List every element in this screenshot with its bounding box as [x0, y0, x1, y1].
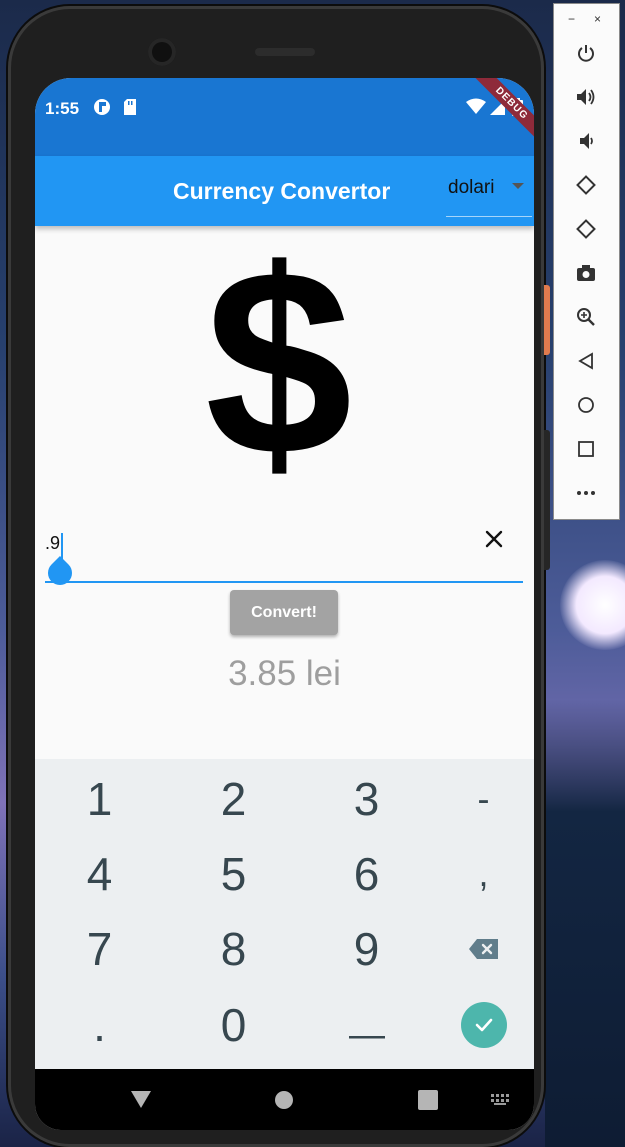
power-side-button	[544, 285, 550, 355]
volume-side-button	[544, 430, 550, 570]
key-1[interactable]: 1	[37, 761, 162, 837]
convert-button[interactable]: Convert!	[230, 590, 338, 635]
key-5[interactable]: 5	[171, 836, 296, 912]
key-done[interactable]	[421, 987, 534, 1063]
check-icon	[475, 1018, 492, 1032]
camera-icon	[577, 265, 595, 281]
currency-symbol-image: $	[205, 215, 353, 511]
home-button[interactable]	[570, 389, 602, 421]
amount-input-value: .9	[45, 533, 61, 553]
recents-nav-icon[interactable]	[418, 1090, 438, 1115]
key-7[interactable]: 7	[37, 911, 162, 987]
page-title: Currency Convertor	[173, 178, 391, 204]
desktop-trees	[545, 700, 625, 1147]
wifi-icon	[466, 98, 486, 121]
overview-button[interactable]	[570, 433, 602, 465]
volume-down-button[interactable]	[570, 125, 602, 157]
volume-up-button[interactable]	[570, 81, 602, 113]
cursor-handle[interactable]	[43, 556, 77, 590]
status-time: 1:55	[45, 99, 80, 118]
power-icon	[578, 45, 594, 62]
home-nav-icon[interactable]	[274, 1090, 294, 1115]
key-minus[interactable]: -	[421, 761, 534, 837]
input-underline	[45, 581, 523, 583]
home-icon	[578, 397, 594, 413]
front-camera	[148, 38, 176, 66]
done-button[interactable]	[460, 1002, 507, 1048]
overview-icon	[578, 441, 594, 457]
currency-dropdown-value: dolari	[448, 177, 495, 198]
key-9[interactable]: 9	[304, 911, 429, 987]
zoom-in-icon	[577, 308, 595, 326]
status-bar: 1:55 DEBUG	[35, 78, 534, 156]
more-button[interactable]	[570, 477, 602, 509]
conversion-result: 3.85 lei	[228, 654, 341, 693]
backspace-icon	[468, 939, 498, 959]
phone-screen: 1:55 DEBUG Currency Convertor dolari $ .…	[35, 78, 534, 1130]
close-window-button[interactable]: ×	[594, 12, 601, 26]
volume-down-icon	[580, 133, 593, 149]
back-icon	[578, 352, 593, 370]
navigation-bar	[35, 1069, 534, 1130]
minimize-window-button[interactable]: −	[568, 12, 575, 26]
rotate-left-button[interactable]	[570, 169, 602, 201]
numeric-keyboard: 1 2 3 - 4 5 6 , 7 8 9 . 0	[35, 759, 534, 1069]
power-button[interactable]	[570, 37, 602, 69]
space-bar-icon	[348, 1036, 385, 1039]
amount-input[interactable]: .9	[43, 533, 523, 590]
notification-app-icon	[93, 98, 111, 121]
close-icon	[485, 530, 503, 548]
rotate-right-button[interactable]	[570, 213, 602, 245]
rotate-right-icon	[576, 219, 596, 239]
sd-card-icon	[123, 98, 137, 121]
screenshot-button[interactable]	[570, 257, 602, 289]
key-comma[interactable]: ,	[421, 836, 534, 912]
key-period[interactable]: .	[37, 987, 162, 1063]
earpiece-speaker	[255, 48, 315, 56]
keyboard-switch-icon[interactable]	[491, 1093, 511, 1111]
key-backspace[interactable]	[421, 911, 534, 987]
key-6[interactable]: 6	[304, 836, 429, 912]
zoom-button[interactable]	[570, 301, 602, 333]
key-2[interactable]: 2	[171, 761, 296, 837]
text-cursor	[61, 533, 63, 559]
rotate-left-icon	[576, 175, 596, 195]
currency-dropdown[interactable]: dolari	[446, 168, 532, 217]
key-8[interactable]: 8	[171, 911, 296, 987]
volume-up-icon	[577, 89, 595, 105]
desktop-moon	[560, 560, 625, 650]
dropdown-arrow-icon	[512, 183, 524, 189]
key-0[interactable]: 0	[171, 987, 296, 1063]
back-button[interactable]	[570, 345, 602, 377]
key-3[interactable]: 3	[304, 761, 429, 837]
back-nav-icon[interactable]	[131, 1091, 151, 1114]
emulator-toolbar: − ×	[553, 3, 620, 520]
key-4[interactable]: 4	[37, 836, 162, 912]
clear-input-button[interactable]	[478, 523, 510, 555]
key-space[interactable]	[304, 987, 429, 1063]
more-icon	[577, 491, 595, 495]
phone-frame: 1:55 DEBUG Currency Convertor dolari $ .…	[8, 6, 544, 1147]
